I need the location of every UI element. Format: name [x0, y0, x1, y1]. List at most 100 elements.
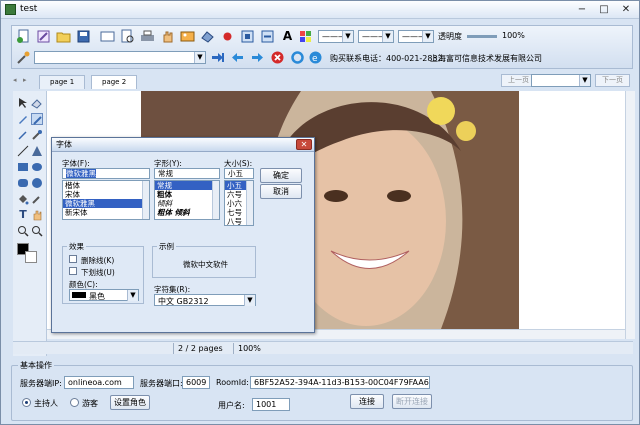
next-page-button[interactable]: 下一页 — [595, 74, 630, 87]
preview-icon[interactable] — [120, 29, 135, 44]
charset-select[interactable]: 中文 GB2312 ▼ — [154, 294, 256, 306]
ellipse-icon[interactable] — [31, 161, 43, 173]
fit-page-icon[interactable] — [240, 29, 255, 44]
maximize-button[interactable]: □ — [593, 2, 615, 17]
chevron-down-icon: ▼ — [194, 52, 205, 63]
dialog-title: 字体 — [52, 138, 314, 152]
line-style-select[interactable]: ——— ▼ — [358, 30, 394, 43]
tab-scroll-right-icon[interactable]: ▸ — [23, 76, 27, 84]
close-window-button[interactable]: ✕ — [615, 2, 637, 17]
pen-icon[interactable] — [17, 129, 29, 141]
circle-icon[interactable] — [31, 177, 43, 189]
refresh-icon[interactable] — [290, 50, 305, 65]
rounded-rect-icon[interactable] — [17, 177, 29, 189]
font-style-list[interactable]: 常规 粗体 倾斜 粗体 倾斜 — [154, 180, 220, 220]
triangle-icon[interactable] — [31, 145, 43, 157]
guest-radio[interactable] — [70, 398, 79, 407]
font-list[interactable]: 楷体 宋体 微软雅黑 新宋体 — [62, 180, 150, 220]
rectangle-icon[interactable] — [17, 161, 29, 173]
list-item[interactable]: 宋体 — [63, 190, 149, 199]
page-count: 2 / 2 pages — [173, 343, 223, 354]
roomid-input[interactable]: 6BF52A52-394A-11d3-B153-00C04F79FAA6 — [250, 376, 430, 389]
hand-pan-icon[interactable] — [31, 209, 43, 221]
background-color-swatch[interactable] — [25, 251, 37, 263]
sample-group: 示例 微软中文软件 — [152, 241, 256, 278]
username-input[interactable]: 1001 — [252, 398, 290, 411]
line-icon[interactable] — [17, 145, 29, 157]
list-item[interactable]: 倾斜 — [155, 199, 219, 208]
hand-icon[interactable] — [160, 29, 175, 44]
new-icon[interactable] — [16, 29, 31, 44]
font-style-input[interactable]: 常规 — [154, 168, 220, 179]
arrow-style-select[interactable]: ——— ▼ — [398, 30, 434, 43]
roomid-label: RoomId: — [216, 378, 249, 387]
list-item[interactable]: 常规 — [155, 181, 219, 190]
ok-button[interactable]: 确定 — [260, 168, 302, 183]
open-folder-icon[interactable] — [56, 29, 71, 44]
image-icon[interactable] — [180, 29, 195, 44]
highlighter-icon[interactable] — [31, 113, 43, 125]
edit-icon[interactable] — [36, 29, 51, 44]
list-item[interactable]: 粗体 — [155, 190, 219, 199]
browser-icon[interactable]: e — [308, 50, 323, 65]
chevron-down-icon: ▼ — [422, 31, 433, 42]
paint-icon[interactable] — [200, 29, 215, 44]
zoom-out-icon[interactable] — [31, 225, 43, 237]
strikeout-checkbox[interactable] — [69, 255, 77, 263]
font-size-input[interactable]: 小五 — [224, 168, 254, 179]
set-role-button[interactable]: 设置角色 — [110, 395, 150, 410]
line-width-select[interactable]: ——— ▼ — [318, 30, 354, 43]
dialog-close-button[interactable]: ✕ — [296, 139, 312, 150]
forward-arrow-icon[interactable] — [250, 50, 265, 65]
brush-icon[interactable] — [31, 129, 43, 141]
back-arrow-icon[interactable] — [230, 50, 245, 65]
url-input[interactable]: ▼ — [34, 51, 206, 64]
list-scrollbar[interactable] — [246, 181, 253, 225]
chevron-down-icon: ▼ — [579, 75, 590, 86]
fit-width-icon[interactable] — [260, 29, 275, 44]
list-scrollbar[interactable] — [142, 181, 149, 219]
stop-icon[interactable] — [270, 50, 285, 65]
font-size-list[interactable]: 小五 六号 小六 七号 八号 — [224, 180, 254, 226]
list-item[interactable]: 粗体 倾斜 — [155, 208, 219, 217]
list-scrollbar[interactable] — [212, 181, 219, 219]
select-arrow-icon[interactable] — [17, 97, 29, 109]
minimize-button[interactable]: − — [571, 2, 593, 17]
font-name-input[interactable]: 微软雅黑 — [62, 168, 150, 179]
tools-icon[interactable] — [16, 50, 31, 65]
tab-page-2[interactable]: page 2 — [91, 75, 138, 89]
eraser-icon[interactable] — [31, 97, 43, 109]
pencil-icon[interactable] — [17, 113, 29, 125]
list-item[interactable]: 微软雅黑 — [63, 199, 149, 208]
font-icon[interactable]: A — [280, 29, 295, 44]
page-select[interactable]: ▼ — [531, 74, 591, 87]
host-radio[interactable] — [22, 398, 31, 407]
vertical-scrollbar[interactable] — [625, 91, 635, 339]
print-icon[interactable] — [140, 29, 155, 44]
server-port-input[interactable]: 6009 — [182, 376, 210, 389]
list-item[interactable]: 新宋体 — [63, 208, 149, 217]
record-icon[interactable] — [220, 29, 235, 44]
color-swatch — [72, 292, 86, 298]
fill-bucket-icon[interactable] — [17, 193, 29, 205]
server-addr-input[interactable]: onlineoa.com — [64, 376, 134, 389]
opacity-slider[interactable] — [467, 35, 497, 38]
go-icon[interactable] — [210, 50, 225, 65]
page-view-icon[interactable] — [100, 29, 115, 44]
save-icon[interactable] — [76, 29, 91, 44]
list-item[interactable]: 楷体 — [63, 181, 149, 190]
zoom-in-icon[interactable] — [17, 225, 29, 237]
text-tool-icon[interactable]: T — [17, 209, 29, 221]
tab-page-1[interactable]: page 1 — [39, 75, 86, 89]
eyedropper-icon[interactable] — [31, 193, 43, 205]
cancel-button[interactable]: 取消 — [260, 184, 302, 199]
status-bar: 2 / 2 pages 100% — [13, 341, 633, 354]
server-port-label: 服务器端口: — [140, 379, 183, 388]
tab-scroll-left-icon[interactable]: ◂ — [13, 76, 17, 84]
color-select[interactable]: 黑色 ▼ — [69, 289, 139, 301]
color-palette-icon[interactable] — [298, 29, 313, 44]
connect-button[interactable]: 连接 — [350, 394, 384, 409]
disconnect-button[interactable]: 断开连接 — [392, 394, 432, 409]
underline-checkbox[interactable] — [69, 267, 77, 275]
main-toolbar: A ——— ▼ ——— ▼ ——— ▼ 透明度 100% ▼ e 购买联系电话：400… — [11, 25, 633, 69]
